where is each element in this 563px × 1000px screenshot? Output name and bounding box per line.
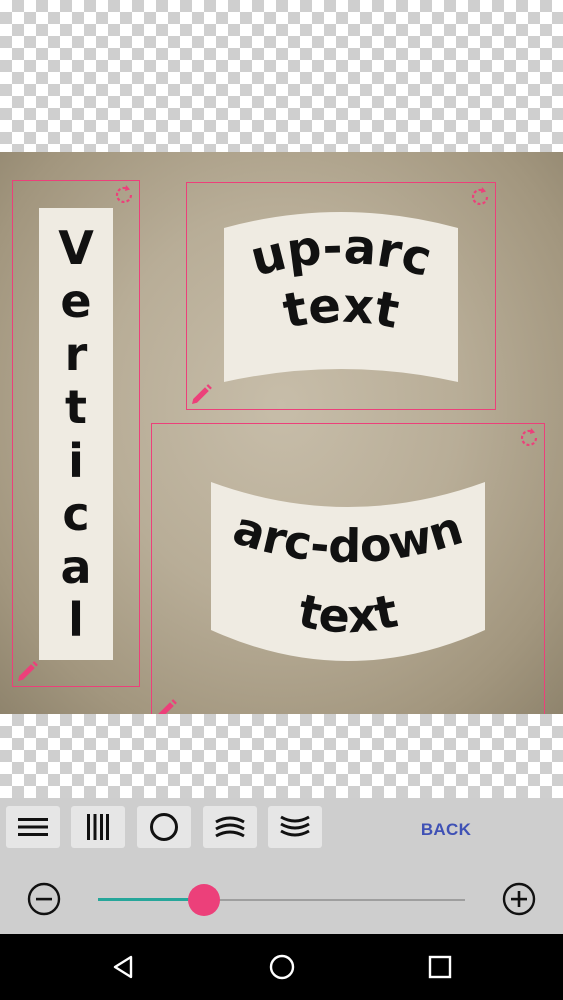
style-horizontal-button[interactable]: [6, 806, 60, 848]
vertical-lines-icon: [87, 814, 109, 840]
sticker-up-arc-text[interactable]: up-arc text: [222, 208, 460, 384]
vertical-letter: a: [60, 539, 92, 594]
arc-up-lines-icon: [215, 816, 245, 838]
style-arc-up-button[interactable]: [203, 806, 257, 848]
circle-icon: [150, 813, 178, 841]
zoom-slider-thumb[interactable]: [188, 884, 221, 916]
pencil-icon[interactable]: [14, 659, 40, 685]
vertical-letter: r: [64, 327, 88, 382]
rotate-icon[interactable]: [467, 184, 493, 210]
horizontal-lines-icon: [18, 818, 48, 836]
vertical-letter: t: [65, 380, 87, 435]
pencil-icon[interactable]: [188, 382, 214, 408]
vertical-letter: l: [68, 592, 84, 647]
nav-recents-icon[interactable]: [425, 952, 455, 982]
style-circle-button[interactable]: [137, 806, 191, 848]
sticker-arc-down-text[interactable]: arc-down text: [209, 480, 487, 668]
arc-down-line-2: text: [294, 583, 402, 643]
transparent-background-top: [0, 0, 563, 152]
zoom-out-icon[interactable]: [27, 882, 61, 916]
vertical-letter: i: [68, 433, 84, 488]
rotate-icon[interactable]: [516, 425, 542, 451]
system-navigation-bar: [0, 934, 563, 1000]
back-button[interactable]: BACK: [406, 816, 486, 844]
vertical-letter: V: [58, 221, 94, 276]
arc-down-lines-icon: [280, 815, 310, 837]
style-vertical-button[interactable]: [71, 806, 125, 848]
svg-text:text: text: [294, 583, 402, 643]
sticker-vertical-text[interactable]: V e r t i c a l: [39, 208, 113, 660]
nav-home-icon[interactable]: [267, 952, 297, 982]
vertical-letter: c: [62, 486, 90, 541]
nav-back-icon[interactable]: [109, 952, 139, 982]
style-arc-down-button[interactable]: [268, 806, 322, 848]
text-style-toolbar: BACK: [0, 798, 563, 934]
vertical-letter: e: [60, 274, 92, 329]
transparent-background-bottom: [0, 714, 563, 798]
rotate-icon[interactable]: [111, 182, 137, 208]
zoom-in-icon[interactable]: [502, 882, 536, 916]
